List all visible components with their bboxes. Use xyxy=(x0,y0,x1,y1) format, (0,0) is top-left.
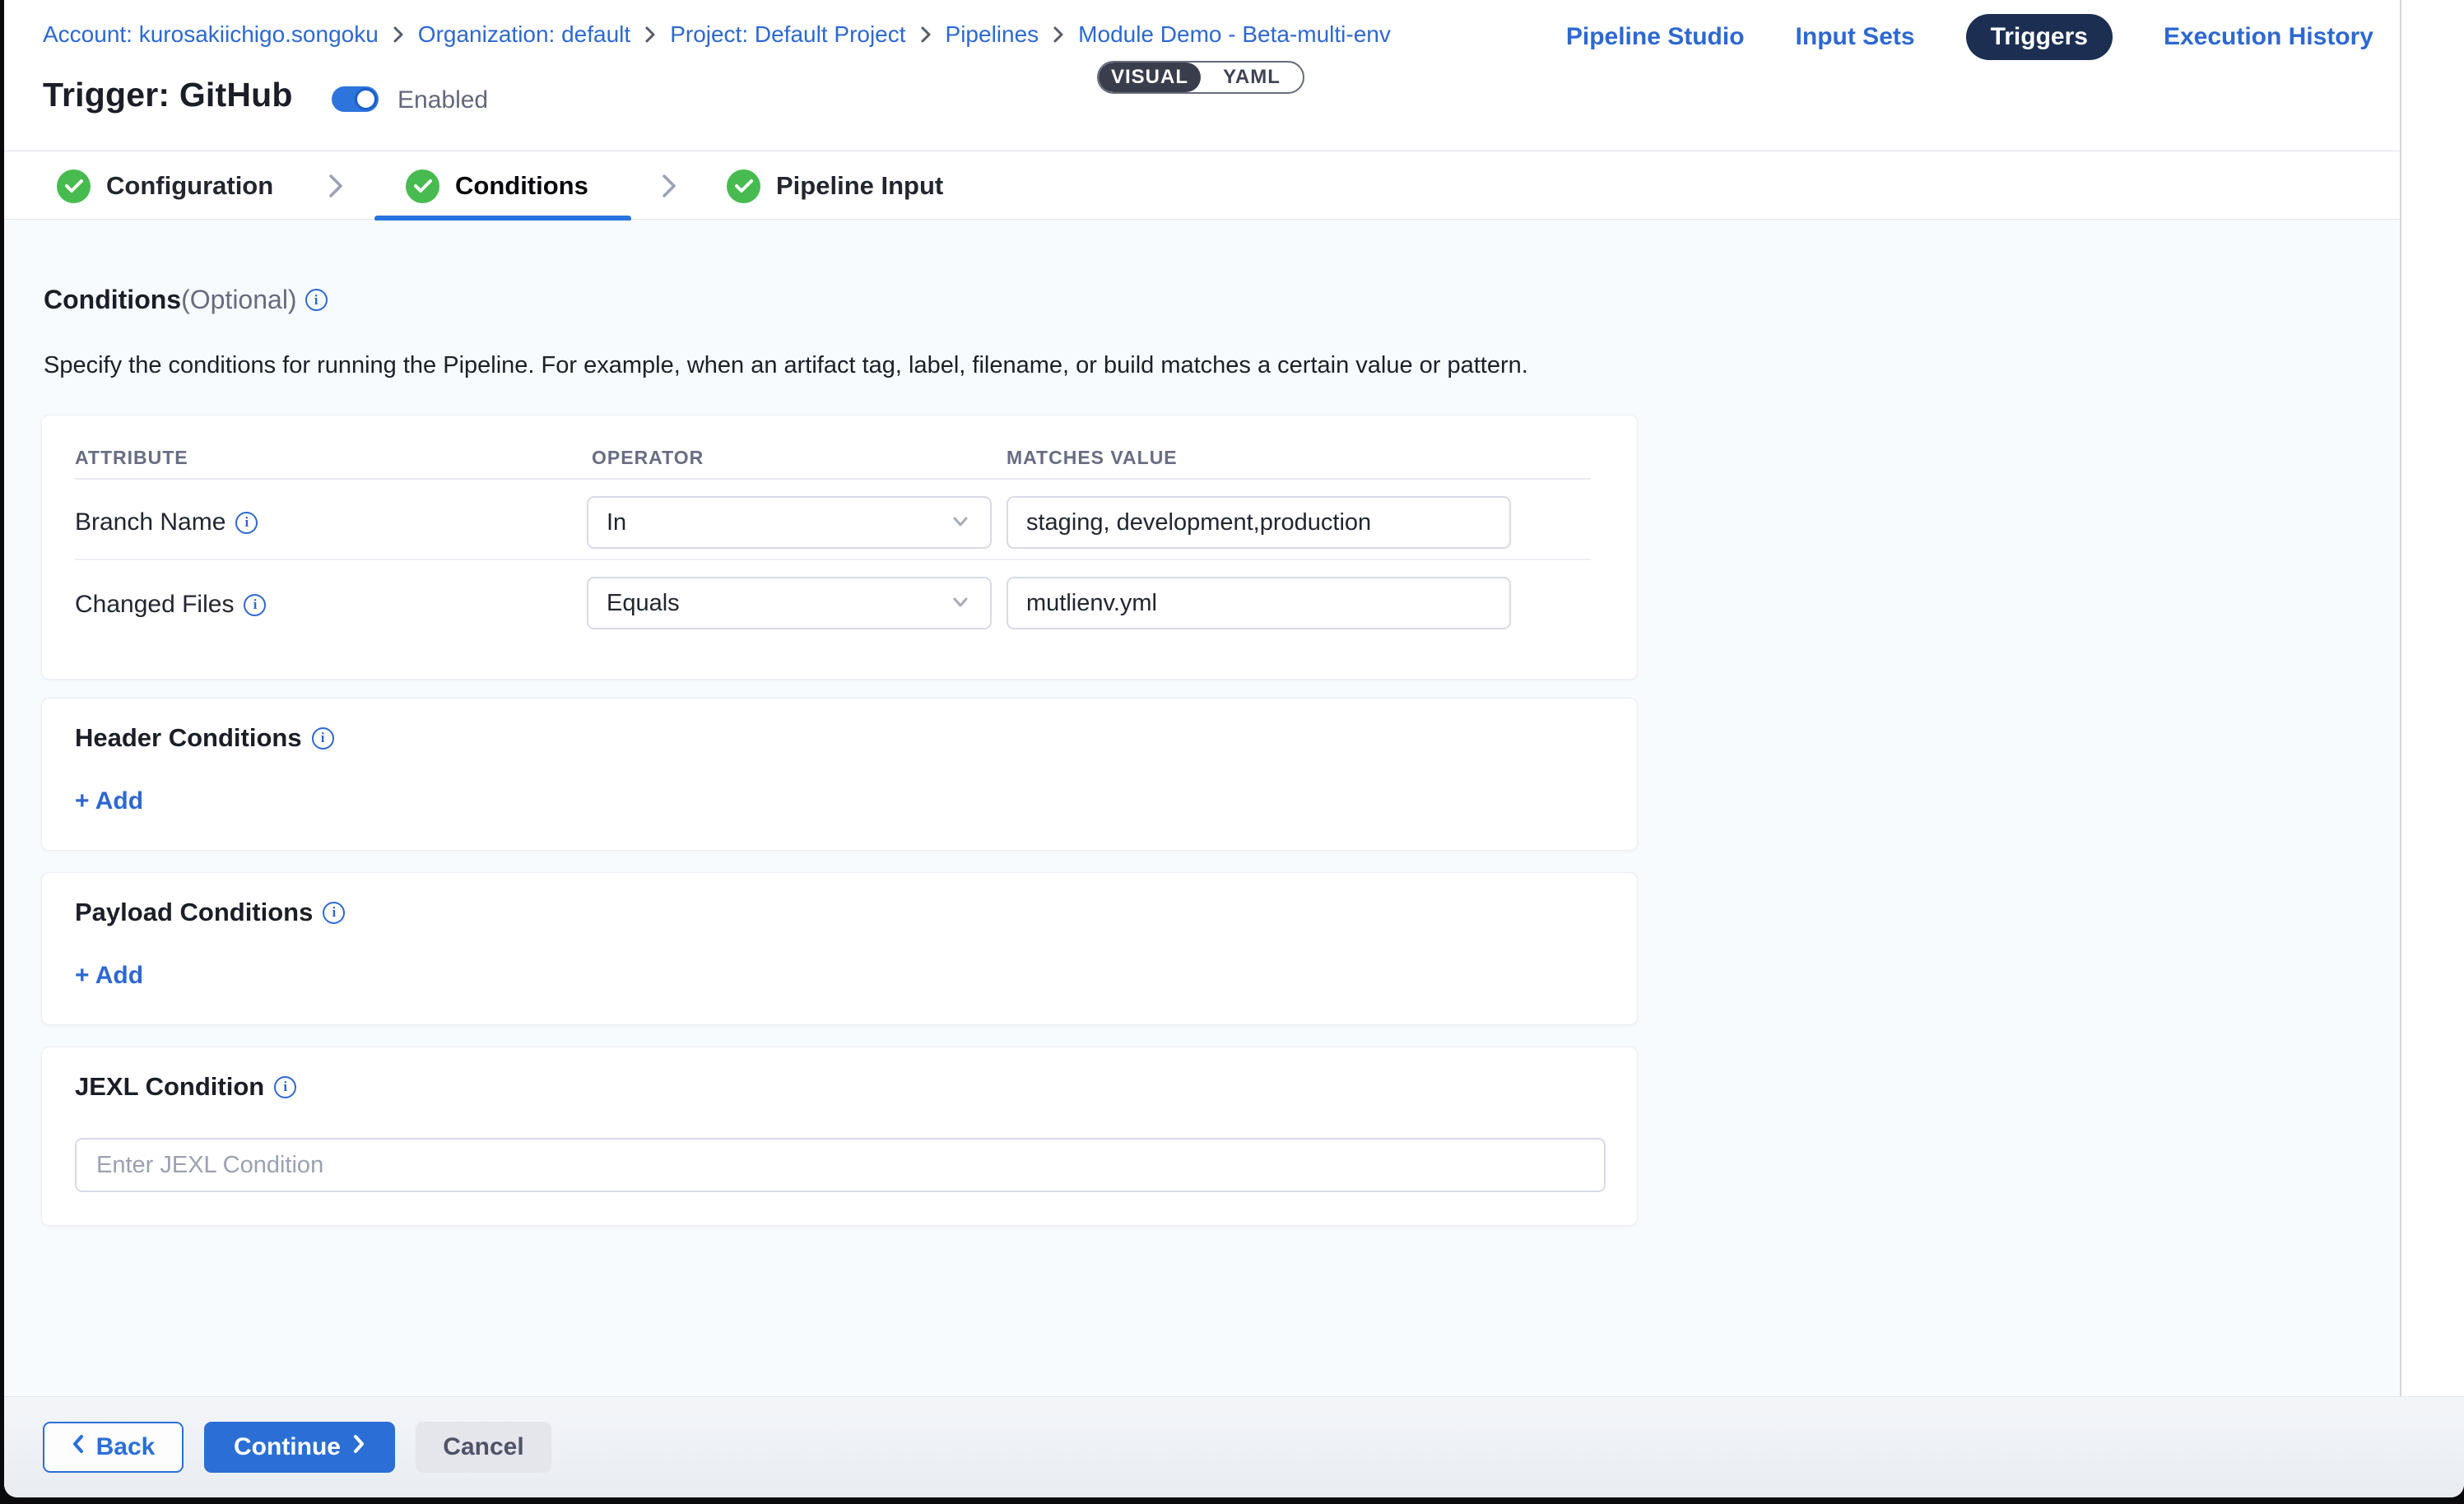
tab-pipeline-input[interactable]: Pipeline Input xyxy=(727,152,943,220)
section-description: Specify the conditions for running the P… xyxy=(44,352,1528,379)
wizard-tabbar: Configuration Conditions Pipeline Input xyxy=(4,152,2464,220)
back-label: Back xyxy=(96,1433,156,1461)
pipeline-nav: Pipeline Studio Input Sets Triggers Exec… xyxy=(1566,0,2373,74)
info-icon[interactable] xyxy=(244,594,266,616)
title-text: JEXL Condition xyxy=(75,1072,264,1102)
tab-label: Configuration xyxy=(106,171,273,201)
jexl-condition-card: JEXL Condition xyxy=(41,1047,1638,1226)
tab-label: Pipeline Input xyxy=(776,171,943,201)
info-icon[interactable] xyxy=(323,902,345,924)
chevron-left-icon xyxy=(72,1433,85,1461)
section-title-optional: (Optional) xyxy=(181,285,297,315)
footer-bar: Back Continue Cancel xyxy=(4,1396,2464,1497)
enabled-toggle[interactable] xyxy=(332,86,379,112)
info-icon[interactable] xyxy=(305,289,328,311)
cancel-button[interactable]: Cancel xyxy=(416,1422,551,1473)
row-label-branch-name: Branch Name xyxy=(75,508,258,536)
divider xyxy=(75,559,1591,560)
page-title: Trigger: GitHub xyxy=(43,76,293,114)
selected-operator: Equals xyxy=(607,590,949,617)
cancel-label: Cancel xyxy=(443,1433,523,1461)
yaml-tab[interactable]: YAML xyxy=(1201,63,1303,92)
check-circle-icon xyxy=(57,169,91,203)
chevron-right-icon xyxy=(919,25,932,44)
breadcrumb: Account: kurosakiichigo.songoku Organiza… xyxy=(43,21,1391,48)
breadcrumb-project[interactable]: Project: Default Project xyxy=(670,21,905,48)
app-window: Account: kurosakiichigo.songoku Organiza… xyxy=(4,0,2464,1497)
breadcrumb-organization[interactable]: Organization: default xyxy=(418,21,630,48)
nav-execution-history[interactable]: Execution History xyxy=(2164,23,2373,51)
add-header-condition-button[interactable]: + Add xyxy=(75,787,143,815)
attribute-label: Branch Name xyxy=(75,508,225,536)
nav-input-sets[interactable]: Input Sets xyxy=(1796,23,1915,51)
chevron-down-icon xyxy=(949,509,972,536)
chevron-right-icon xyxy=(392,25,405,44)
chevron-down-icon xyxy=(949,590,972,617)
conditions-panel: Conditions(Optional) Specify the conditi… xyxy=(4,220,2464,1396)
tab-label: Conditions xyxy=(455,171,588,201)
title-text: Payload Conditions xyxy=(75,898,313,927)
continue-button[interactable]: Continue xyxy=(204,1422,395,1473)
visual-tab[interactable]: VISUAL xyxy=(1099,63,1201,92)
info-icon[interactable] xyxy=(235,512,258,534)
scrollbar-track[interactable] xyxy=(2400,0,2464,1396)
header-conditions-card: Header Conditions + Add xyxy=(41,698,1638,851)
column-header-matches-value: MATCHES VALUE xyxy=(1007,447,1178,469)
divider xyxy=(75,478,1591,480)
back-button[interactable]: Back xyxy=(43,1422,184,1473)
header-conditions-title: Header Conditions xyxy=(75,723,334,753)
tab-configuration[interactable]: Configuration xyxy=(57,152,273,220)
nav-pipeline-studio[interactable]: Pipeline Studio xyxy=(1566,23,1745,51)
payload-conditions-card: Payload Conditions + Add xyxy=(41,872,1638,1025)
row-label-changed-files: Changed Files xyxy=(75,591,266,619)
matches-value-input-branch-name[interactable] xyxy=(1007,496,1511,549)
check-circle-icon xyxy=(727,169,760,203)
breadcrumb-pipeline-name[interactable]: Module Demo - Beta-multi-env xyxy=(1078,21,1391,48)
title-text: Header Conditions xyxy=(75,723,302,753)
page-header: Account: kurosakiichigo.songoku Organiza… xyxy=(4,0,2464,151)
breadcrumb-account[interactable]: Account: kurosakiichigo.songoku xyxy=(43,21,379,48)
chevron-right-icon xyxy=(644,25,657,44)
enabled-label: Enabled xyxy=(397,86,488,114)
jexl-condition-title: JEXL Condition xyxy=(75,1072,296,1102)
selected-operator: In xyxy=(607,509,949,536)
breadcrumb-pipelines[interactable]: Pipelines xyxy=(946,21,1039,48)
section-title-text: Conditions xyxy=(44,285,181,315)
toggle-knob xyxy=(355,88,377,110)
operator-select-changed-files[interactable]: Equals xyxy=(587,577,992,629)
payload-conditions-title: Payload Conditions xyxy=(75,898,345,927)
chevron-right-icon xyxy=(1052,25,1065,44)
visual-yaml-switch: VISUAL YAML xyxy=(1097,61,1304,94)
nav-triggers[interactable]: Triggers xyxy=(1966,14,2113,60)
check-circle-icon xyxy=(406,169,439,203)
section-title: Conditions(Optional) xyxy=(44,285,328,315)
tab-conditions[interactable]: Conditions xyxy=(406,152,588,220)
column-header-attribute: ATTRIBUTE xyxy=(75,447,188,469)
info-icon[interactable] xyxy=(274,1076,296,1098)
continue-label: Continue xyxy=(234,1433,341,1461)
attribute-label: Changed Files xyxy=(75,591,234,619)
info-icon[interactable] xyxy=(312,727,334,750)
conditions-table-card: ATTRIBUTE OPERATOR MATCHES VALUE Branch … xyxy=(41,415,1638,680)
jexl-condition-input[interactable] xyxy=(75,1138,1606,1192)
chevron-right-icon xyxy=(352,1433,365,1461)
column-header-operator: OPERATOR xyxy=(592,447,704,469)
chevron-right-icon xyxy=(327,172,345,204)
add-payload-condition-button[interactable]: + Add xyxy=(75,962,143,990)
chevron-right-icon xyxy=(660,172,678,204)
operator-select-branch-name[interactable]: In xyxy=(587,496,992,549)
matches-value-input-changed-files[interactable] xyxy=(1007,577,1511,629)
